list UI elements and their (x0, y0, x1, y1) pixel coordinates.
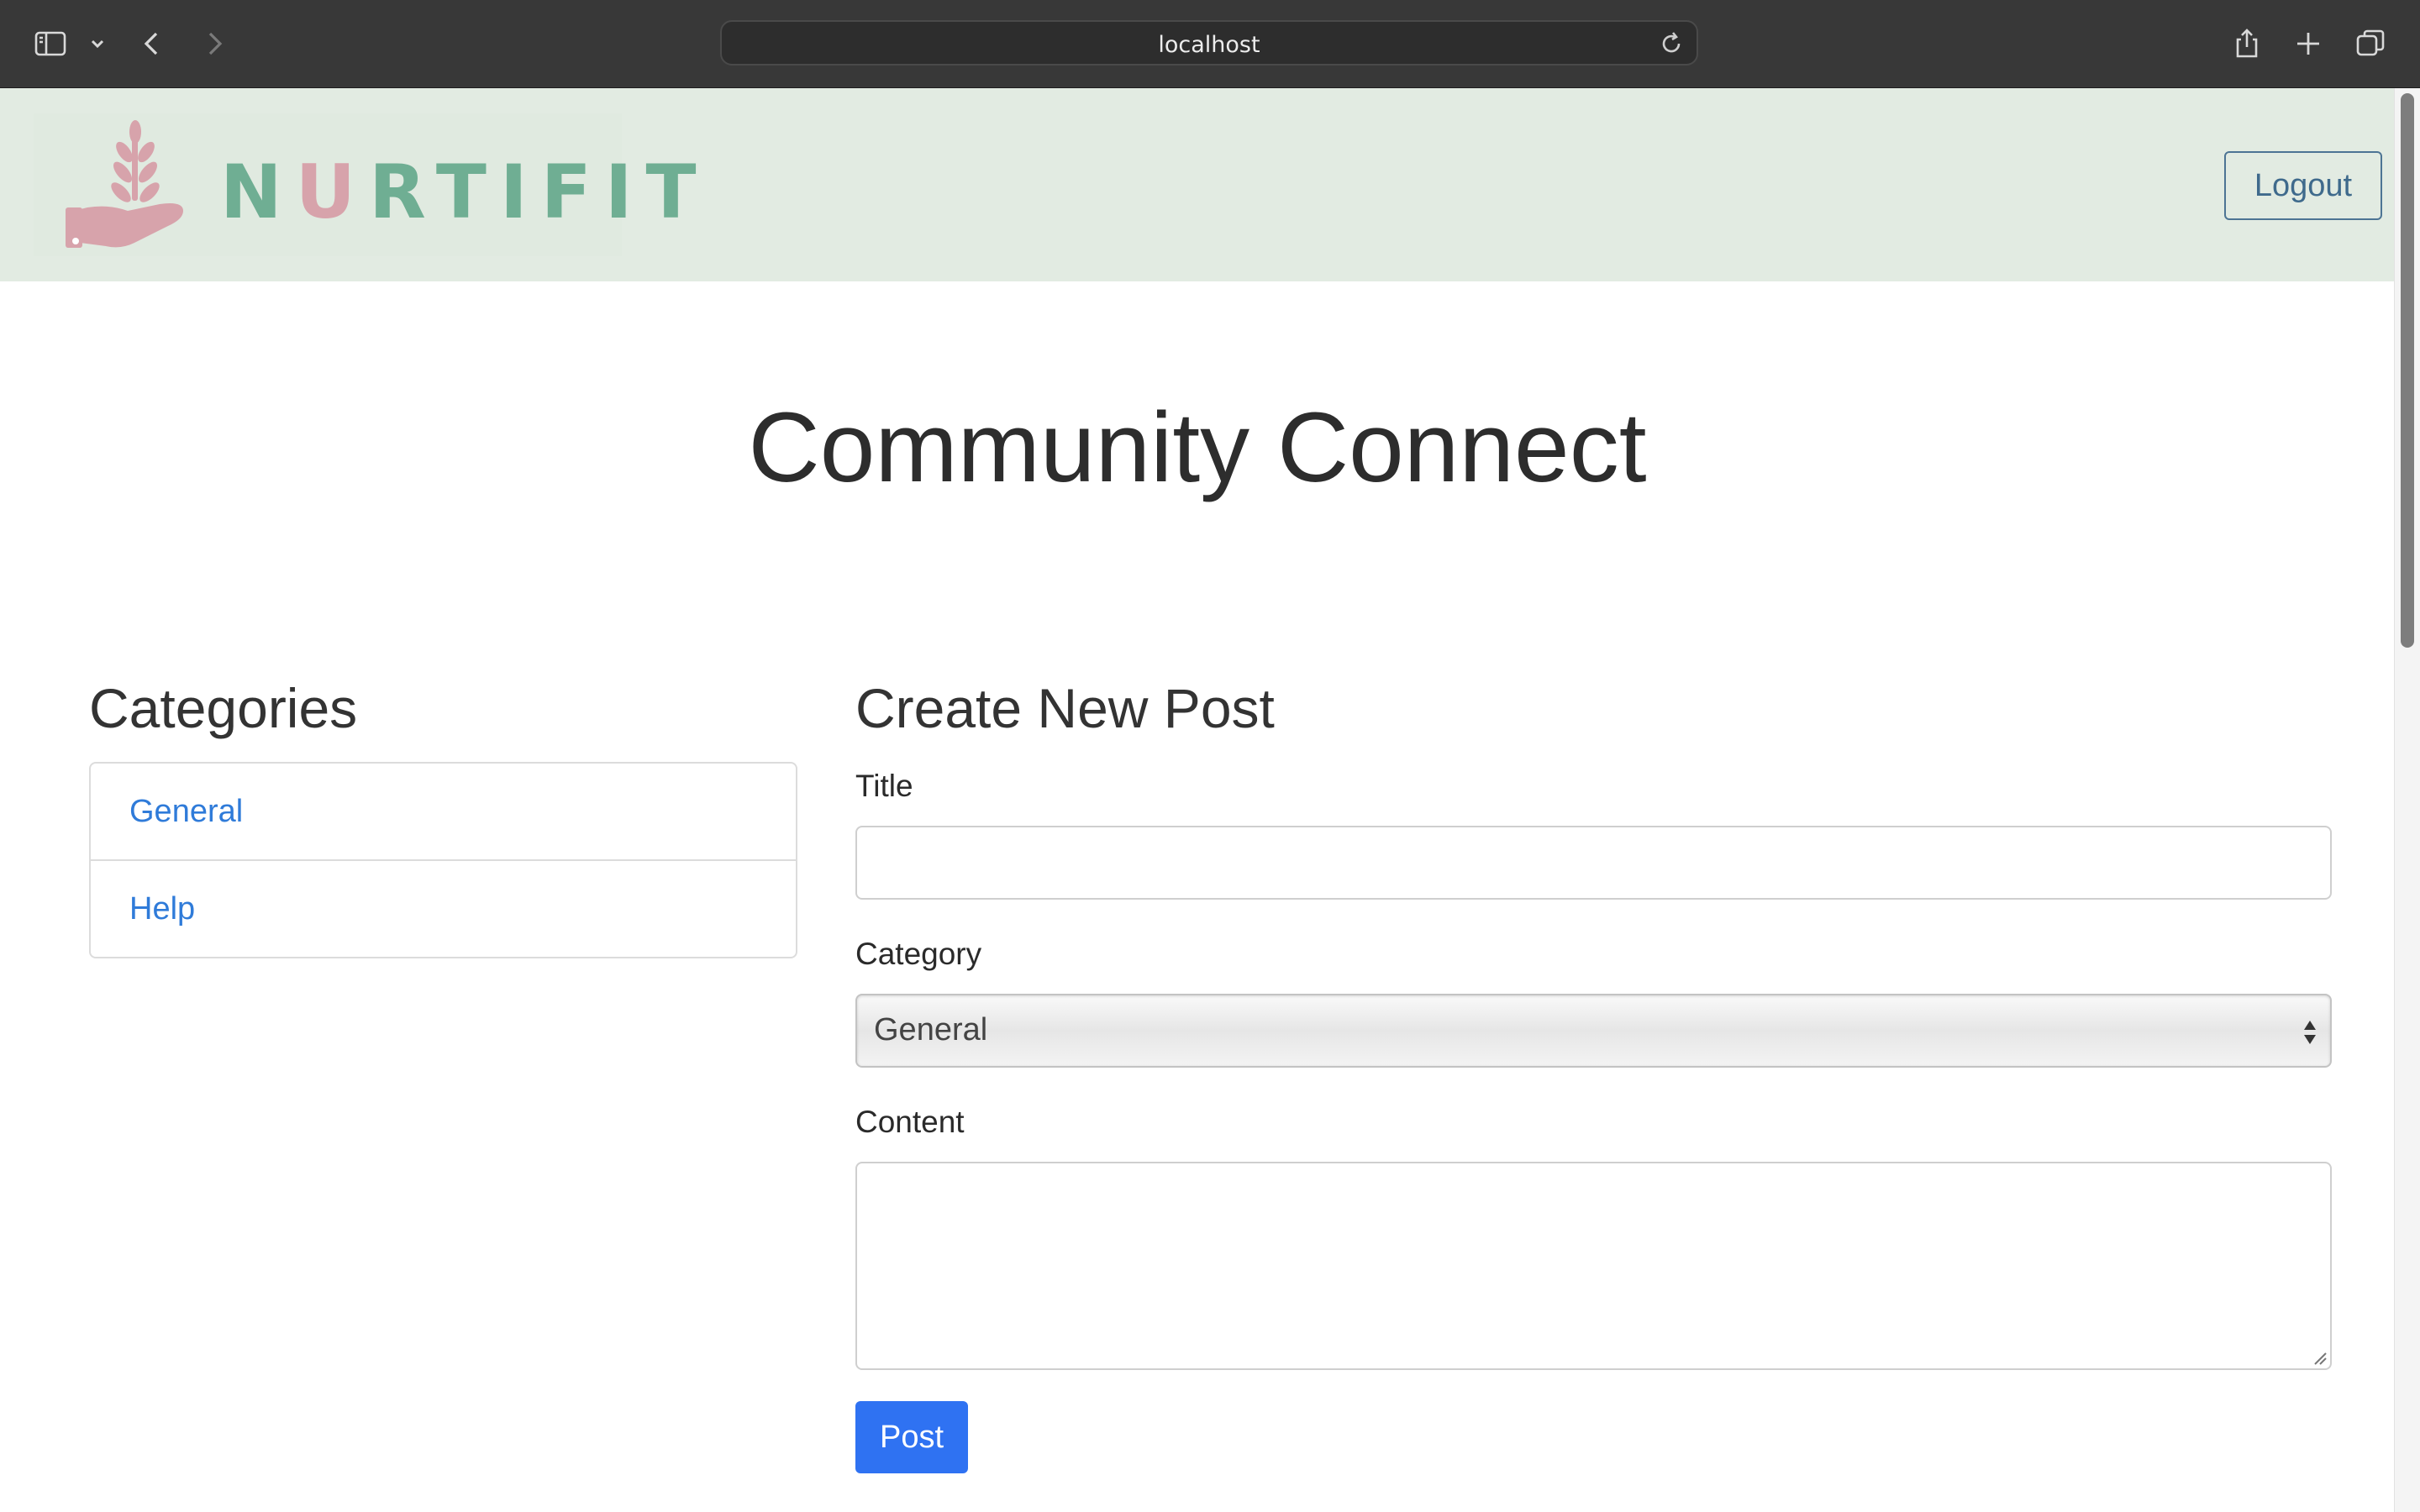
content-textarea[interactable] (855, 1162, 2332, 1370)
categories-heading: Categories (89, 677, 358, 739)
resize-grip-icon[interactable] (2312, 1350, 2327, 1365)
share-icon[interactable] (2228, 25, 2265, 62)
create-post-heading: Create New Post (855, 677, 1275, 739)
post-button[interactable]: Post (855, 1401, 968, 1473)
logo-text-part: RTIFIT (369, 149, 710, 235)
sidebar-icon[interactable] (32, 25, 69, 62)
browser-toolbar: localhost (0, 0, 2420, 88)
new-tab-icon[interactable] (2290, 25, 2327, 62)
category-list: General Help (89, 762, 797, 958)
category-link-help[interactable]: Help (91, 861, 796, 957)
logo-text-accent: U (295, 149, 370, 235)
title-label: Title (855, 769, 913, 803)
logo-wordmark: NURTIFIT (220, 149, 710, 235)
back-icon[interactable] (134, 25, 171, 62)
category-select[interactable]: General (855, 994, 2332, 1068)
logo-text-part: N (220, 149, 296, 235)
site-header: NURTIFIT Logout (0, 88, 2395, 281)
chevron-down-icon[interactable] (81, 25, 114, 62)
web-page: NURTIFIT Logout Community Connect Catego… (0, 88, 2395, 1512)
forward-icon[interactable] (195, 25, 232, 62)
hand-wheat-icon (66, 120, 183, 248)
address-bar-url: localhost (1158, 32, 1260, 58)
nurtifit-logo[interactable]: NURTIFIT (34, 113, 697, 256)
address-bar[interactable]: localhost (720, 20, 1698, 66)
category-label: Category (855, 937, 982, 971)
reload-icon[interactable] (1658, 30, 1685, 57)
tabs-overview-icon[interactable] (2353, 25, 2390, 62)
category-link-general[interactable]: General (91, 764, 796, 861)
category-select-value: General (874, 1012, 988, 1047)
title-input[interactable] (855, 826, 2332, 900)
page-title: Community Connect (748, 392, 1647, 503)
content-label: Content (855, 1105, 965, 1139)
scrollbar-thumb[interactable] (2401, 93, 2414, 648)
select-arrows-icon (2300, 1014, 2320, 1051)
page-scrollbar[interactable] (2394, 88, 2420, 1512)
logout-button[interactable]: Logout (2224, 151, 2382, 220)
